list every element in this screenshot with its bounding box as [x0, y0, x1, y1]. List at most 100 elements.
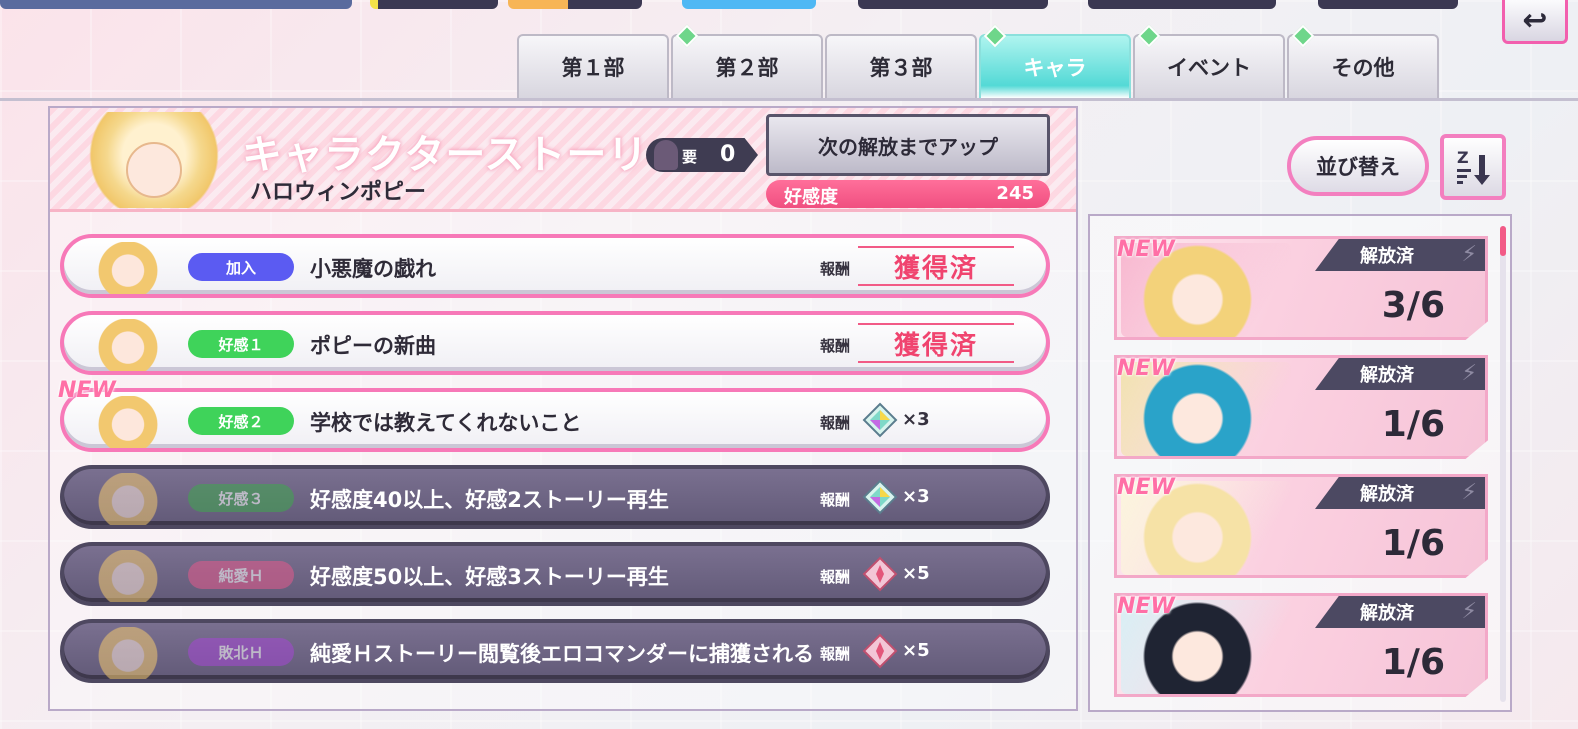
story-title: ポピーの新曲 — [310, 334, 436, 358]
story-panel: キャラクターストーリー ハロウィンポピー 要 0 次の解放までアップ 好感度 2… — [48, 106, 1078, 711]
story-row[interactable]: NEW 好感２ 学校では教えてくれないこと 報酬 ×3 — [58, 378, 1050, 452]
new-badge: NEW — [1117, 594, 1175, 619]
story-title: 純愛Ｈストーリー閲覧後エロコマンダーに捕獲される — [310, 642, 814, 666]
story-type-badge: 純愛Ｈ — [188, 561, 294, 589]
character-avatar — [98, 473, 158, 525]
character-avatar — [98, 550, 158, 602]
scrollbar-thumb[interactable] — [1500, 226, 1506, 256]
lightning-icon: ⚡ — [1461, 599, 1477, 624]
rainbow-crystal-icon — [862, 402, 898, 438]
character-list: 解放済 ⚡ 3/6 NEW 解放済 ⚡ 1/6 NEW 解放済 ⚡ 1/6 NEW 解放済 ⚡ 1/6 NEW — [1088, 214, 1512, 712]
status-gauge — [370, 0, 498, 9]
story-list: 加入 小悪魔の戯れ 報酬 獲得済 好感１ ポピーの新曲 報酬 獲得済 NEW 好感２ 学校では教えて… — [58, 234, 1050, 696]
status-gauge — [858, 0, 1048, 9]
character-avatar — [98, 396, 158, 448]
story-row: 敗北Ｈ 純愛Ｈストーリー閲覧後エロコマンダーに捕獲される 報酬 ×5 — [60, 619, 1050, 683]
scrollbar[interactable] — [1500, 226, 1506, 702]
character-avatar — [98, 319, 158, 371]
character-name: ハロウィンポピー — [250, 180, 427, 205]
story-row[interactable]: 加入 小悪魔の戯れ 報酬 獲得済 — [60, 234, 1050, 298]
status-gauge — [508, 0, 642, 9]
tab-label: イベント — [1167, 56, 1251, 80]
character-card[interactable]: 解放済 ⚡ 1/6 NEW — [1114, 355, 1488, 459]
status-gauge — [1088, 0, 1276, 9]
reward-obtained-stamp: 獲得済 — [858, 323, 1014, 363]
rainbow-crystal-icon — [862, 479, 898, 515]
reward-label: 報酬 — [820, 491, 851, 509]
back-arrow-icon: ↩ — [1522, 3, 1548, 38]
reward-label: 報酬 — [820, 645, 851, 663]
story-row: 純愛Ｈ 好感度50以上、好感3ストーリー再生 報酬 ×5 — [60, 542, 1050, 606]
sort-order-button[interactable]: Z — [1440, 134, 1506, 200]
sort-button[interactable]: 並び替え — [1287, 136, 1429, 196]
tab-character[interactable]: キャラ — [979, 24, 1131, 98]
story-type-badge: 加入 — [188, 253, 294, 281]
pink-crystal-icon — [862, 633, 898, 669]
requirement-label: 要 — [682, 148, 698, 166]
new-badge: NEW — [1117, 237, 1175, 262]
story-row: 好感３ 好感度40以上、好感2ストーリー再生 報酬 ×3 — [60, 465, 1050, 529]
story-title: 好感度40以上、好感2ストーリー再生 — [310, 488, 669, 512]
reward-quantity: ×5 — [902, 640, 930, 661]
reward-label: 報酬 — [820, 568, 851, 586]
new-badge: NEW — [1117, 356, 1175, 381]
requirement-value: 0 — [720, 142, 736, 167]
story-type-badge: 好感２ — [188, 407, 294, 435]
page-title: キャラクターストーリー — [242, 132, 690, 178]
tab-label: 第２部 — [715, 56, 779, 80]
tab-label: キャラ — [1023, 56, 1087, 80]
new-badge: NEW — [58, 378, 116, 403]
unlock-count: 1/6 — [1381, 523, 1445, 564]
unlock-status-ribbon: 解放済 — [1315, 596, 1485, 628]
story-type-badge: 好感３ — [188, 484, 294, 512]
character-portrait — [64, 112, 244, 208]
unlock-status-ribbon: 解放済 — [1315, 239, 1485, 271]
unlock-status-ribbon: 解放済 — [1315, 358, 1485, 390]
reward-label: 報酬 — [820, 337, 851, 355]
sort-desc-icon: Z — [1457, 148, 1490, 185]
lightning-icon: ⚡ — [1461, 361, 1477, 386]
character-card[interactable]: 解放済 ⚡ 1/6 NEW — [1114, 593, 1488, 697]
top-status-bar — [0, 0, 1578, 14]
tab-part-2[interactable]: 第２部 — [671, 24, 823, 98]
story-type-badge: 好感１ — [188, 330, 294, 358]
reward-quantity: ×3 — [902, 486, 930, 507]
status-gauge — [1318, 0, 1458, 9]
story-header: キャラクターストーリー ハロウィンポピー 要 0 次の解放までアップ 好感度 2… — [50, 108, 1076, 212]
unlock-status-ribbon: 解放済 — [1315, 477, 1485, 509]
story-title: 学校では教えてくれないこと — [310, 411, 582, 435]
reward-obtained-stamp: 獲得済 — [858, 246, 1014, 286]
tab-part-1[interactable]: 第１部 — [517, 34, 669, 98]
story-title: 好感度50以上、好感3ストーリー再生 — [310, 565, 669, 589]
tab-label: 第３部 — [869, 56, 933, 80]
character-avatar — [98, 627, 158, 679]
category-tabs: 第１部 第２部 第３部 キャラ イベント その他 — [517, 24, 1441, 98]
svg-text:Z: Z — [1457, 148, 1469, 167]
affinity-value: 245 — [996, 183, 1034, 204]
character-card[interactable]: 解放済 ⚡ 1/6 NEW — [1114, 474, 1488, 578]
tab-other[interactable]: その他 — [1287, 24, 1439, 98]
reward-label: 報酬 — [820, 260, 851, 278]
story-title: 小悪魔の戯れ — [310, 257, 436, 281]
lightning-icon: ⚡ — [1461, 480, 1477, 505]
pink-crystal-icon — [862, 556, 898, 592]
character-card[interactable]: 解放済 ⚡ 3/6 NEW — [1114, 236, 1488, 340]
status-gauge — [682, 0, 816, 9]
reward-quantity: ×3 — [902, 409, 930, 430]
affinity-label: 好感度 — [784, 187, 838, 208]
tab-label: その他 — [1331, 56, 1395, 80]
affinity-bar: 好感度 245 — [766, 180, 1050, 208]
story-row[interactable]: 好感１ ポピーの新曲 報酬 獲得済 — [60, 311, 1050, 375]
unlock-count: 3/6 — [1381, 285, 1445, 326]
tab-label: 第１部 — [561, 56, 625, 80]
reward-quantity: ×5 — [902, 563, 930, 584]
tab-underline — [0, 98, 1578, 101]
level-up-to-next-unlock-button[interactable]: 次の解放までアップ — [766, 114, 1050, 176]
requirement-chip: 要 0 — [646, 138, 758, 172]
tab-event[interactable]: イベント — [1133, 24, 1285, 98]
new-badge: NEW — [1117, 475, 1175, 500]
tab-part-3[interactable]: 第３部 — [825, 34, 977, 98]
reward-label: 報酬 — [820, 414, 851, 432]
back-button[interactable]: ↩ — [1502, 0, 1568, 44]
unlock-count: 1/6 — [1381, 642, 1445, 683]
